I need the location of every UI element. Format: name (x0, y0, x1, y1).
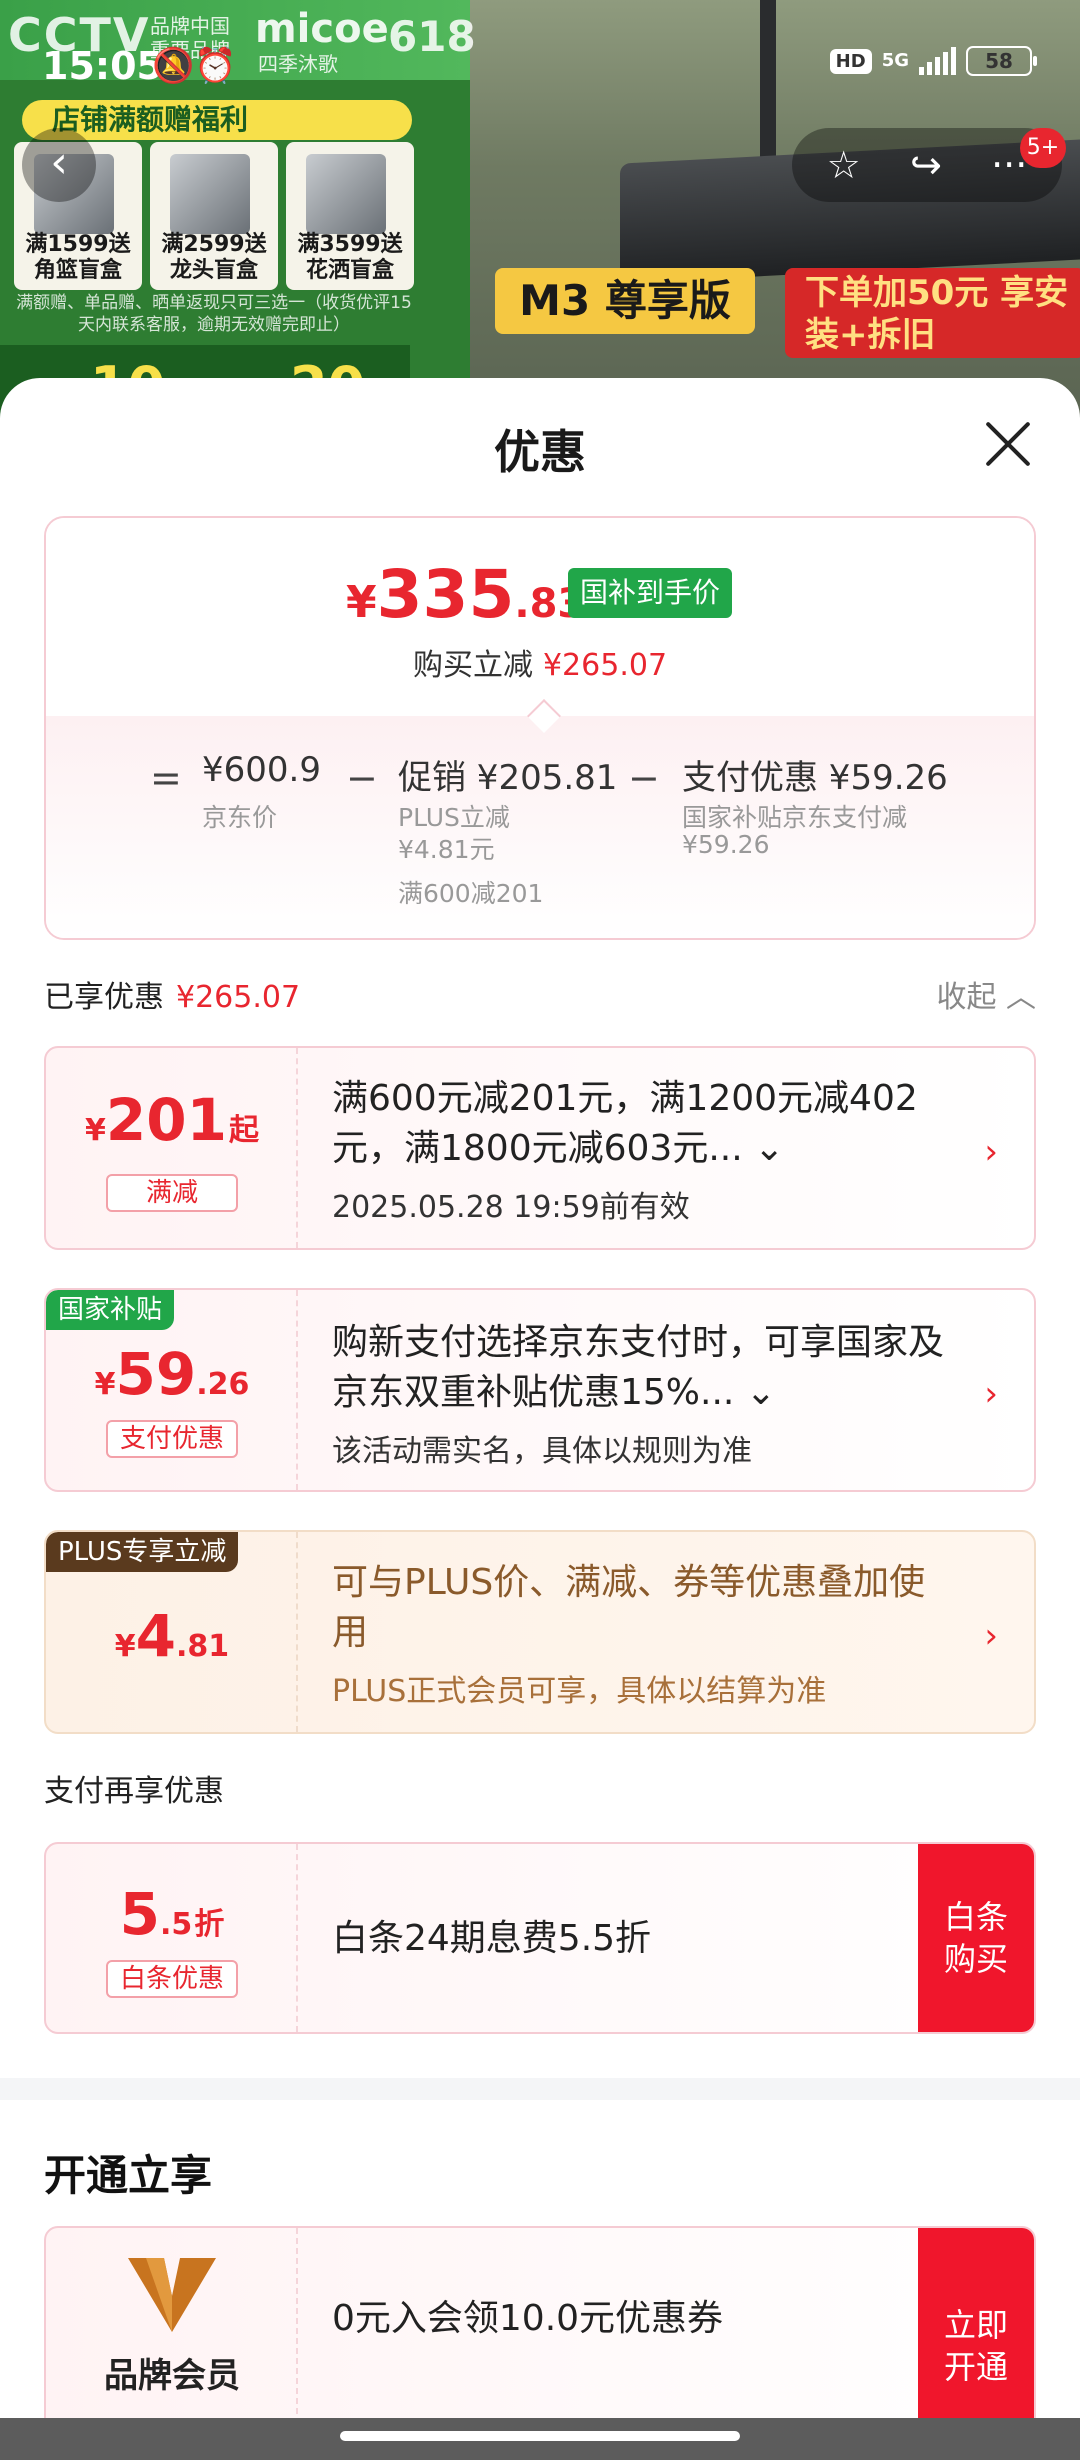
coupon-integer: 4 (135, 1602, 177, 1670)
member-description: 0元入会领10.0元优惠券 (332, 2298, 724, 2339)
gift-note: 满额赠、单品赠、晒单返现只可三选一（收货优评15天内联系客服，逾期无效赠完即止） (16, 293, 412, 335)
open-section-title: 开通立享 (44, 2151, 213, 2200)
plus-reduce-label: PLUS立减 (398, 803, 510, 832)
baitiao-buy-button[interactable]: 白条购买 (918, 1844, 1034, 2032)
baitiao-description: 白条24期息费5.5折 (332, 1918, 652, 1959)
baitiao-card[interactable]: 5.5折 白条优惠 白条24期息费5.5折 白条购买 (44, 1842, 1036, 2034)
promo-amount: 促销 ¥205.81 (398, 758, 618, 798)
coupon-amount: ¥201起 (46, 1086, 298, 1154)
status-right: HD 5G 58 (829, 46, 1037, 76)
gift-image (170, 154, 250, 234)
coupon-type-chip: 满减 (106, 1174, 238, 1212)
coupon-condition: PLUS正式会员可享，具体以结算为准 (332, 1674, 827, 1709)
pay-discount-card[interactable]: 国家补贴 ¥59.26 支付优惠 购新支付选择京东支付时，可享国家及京东双重补贴… (44, 1288, 1036, 1492)
discount-decimal: .5 (160, 1907, 193, 1942)
coupon-decimal: .81 (176, 1629, 230, 1664)
discount-suffix: 折 (194, 1907, 225, 1942)
coupon-amount: ¥59.26 (46, 1340, 298, 1408)
signal-icon (919, 47, 956, 75)
coupon-validity: 2025.05.28 19:59前有效 (332, 1190, 690, 1225)
currency-symbol: ¥ (346, 577, 377, 628)
coupon-suffix: 起 (228, 1113, 259, 1148)
mute-alarm-icon: 🔕⏰ (152, 46, 237, 86)
minus-sign: − (346, 756, 378, 800)
baitiao-chip: 白条优惠 (106, 1960, 238, 1998)
coupon-description: 满600元减201元，满1200元减402元，满1800元减603元... ⌄ (332, 1078, 918, 1169)
discount-sheet: 优惠 ¥335.83 国补到手价 购买立减 ¥265.07 = ¥600.9 京东… (0, 378, 1080, 2460)
coupon-description: 购新支付选择京东支付时，可享国家及京东双重补贴优惠15%... ⌄ (332, 1322, 945, 1413)
gift-card: 满3599送 花洒盲盒 (286, 142, 414, 290)
battery-text: 58 (985, 49, 1013, 73)
favorite-icon[interactable]: ☆ (827, 143, 861, 187)
gift-label: 满3599送 花洒盲盒 (297, 232, 403, 283)
coupon-decimal: .26 (196, 1367, 250, 1402)
sheet-title: 优惠 (494, 425, 586, 479)
summary-top: ¥335.83 国补到手价 购买立减 ¥265.07 (46, 518, 1034, 718)
share-icon[interactable]: ↪ (910, 143, 942, 187)
chevron-right-icon: › (984, 1132, 998, 1172)
pay-discount: 支付优惠 ¥59.26 (682, 758, 948, 798)
version-badge: M3 尊享版 (495, 268, 755, 334)
equals-sign: = (150, 756, 182, 800)
coupon-currency: ¥ (94, 1367, 116, 1402)
enjoyed-header: 已享优惠 ¥265.07 (44, 972, 300, 1016)
collapse-toggle[interactable]: 收起 ︿ (936, 972, 1036, 1016)
coupon-integer: 59 (115, 1340, 197, 1408)
discount-integer: 5 (119, 1880, 161, 1948)
minus-sign: − (628, 756, 660, 800)
coupon-integer: 201 (105, 1086, 227, 1154)
subsidy-corner-tag: 国家补贴 (46, 1290, 175, 1330)
status-time: 15:05 (42, 44, 163, 88)
brand-member-label: 品牌会员 (104, 2356, 240, 2396)
coupon-currency: ¥ (85, 1113, 106, 1148)
plus-corner-tag: PLUS专享立减 (46, 1532, 239, 1572)
hd-icon: HD (829, 48, 872, 74)
subsidy-price-tag: 国补到手价 (568, 568, 733, 618)
coupon-currency: ¥ (114, 1629, 136, 1664)
coupon-amount: ¥4.81 (46, 1602, 298, 1670)
network-type: 5G (881, 50, 909, 71)
section-divider (0, 2078, 1080, 2100)
battery-icon: 58 (966, 46, 1037, 76)
chevron-right-icon: › (984, 1374, 998, 1414)
coupon-condition: 该活动需实名，具体以规则为准 (332, 1434, 752, 1469)
full-reduce-label: 满600减201 (398, 879, 544, 908)
pay-discount-label: 国家补贴京东支付减 (682, 803, 908, 832)
plus-discount-card[interactable]: PLUS专享立减 ¥4.81 可与PLUS价、满减、券等优惠叠加使用 PLUS正… (44, 1530, 1036, 1734)
plus-reduce-amount: ¥4.81元 (398, 835, 495, 864)
chevron-right-icon: › (984, 1616, 998, 1656)
baitiao-discount: 5.5折 (46, 1880, 298, 1948)
message-badge: 5+ (1020, 128, 1066, 168)
status-bar: 15:05 🔕⏰ HD 5G 58 (0, 0, 1080, 130)
home-indicator[interactable] (340, 2431, 740, 2441)
jd-price: ¥600.9 (202, 750, 321, 790)
gift-card: 满2599送 龙头盲盒 (150, 142, 278, 290)
reduce-label: 购买立减 (412, 648, 533, 683)
brand-member-logo-icon (128, 2258, 216, 2332)
final-price: ¥335.83 (346, 556, 585, 633)
jd-price-label: 京东价 (202, 803, 278, 832)
gift-label: 满1599送 角篮盲盒 (25, 232, 131, 283)
gift-image (306, 154, 386, 234)
price-summary: ¥335.83 国补到手价 购买立减 ¥265.07 = ¥600.9 京东价 −… (44, 516, 1036, 940)
close-icon[interactable] (982, 418, 1032, 468)
reduce-row: 购买立减 ¥265.07 (46, 640, 1034, 684)
pay-discount-amount: ¥59.26 (682, 830, 770, 859)
enjoyed-amount: ¥265.07 (176, 980, 301, 1015)
gift-label: 满2599送 龙头盲盒 (161, 232, 267, 283)
pay-more-header: 支付再享优惠 (44, 1774, 224, 1809)
price-integer: 335 (376, 556, 515, 633)
coupon-type-chip: 支付优惠 (106, 1420, 238, 1458)
enjoyed-label: 已享优惠 (44, 980, 164, 1015)
coupon-description: 可与PLUS价、满减、券等优惠叠加使用 (332, 1562, 926, 1653)
install-promo: 下单加50元 享安装+拆旧 (785, 268, 1080, 358)
reduce-amount: ¥265.07 (542, 648, 668, 683)
full-reduce-card[interactable]: ¥201起 满减 满600元减201元，满1200元减402元，满1800元减6… (44, 1046, 1036, 1250)
back-button[interactable]: ‹ (22, 128, 96, 202)
